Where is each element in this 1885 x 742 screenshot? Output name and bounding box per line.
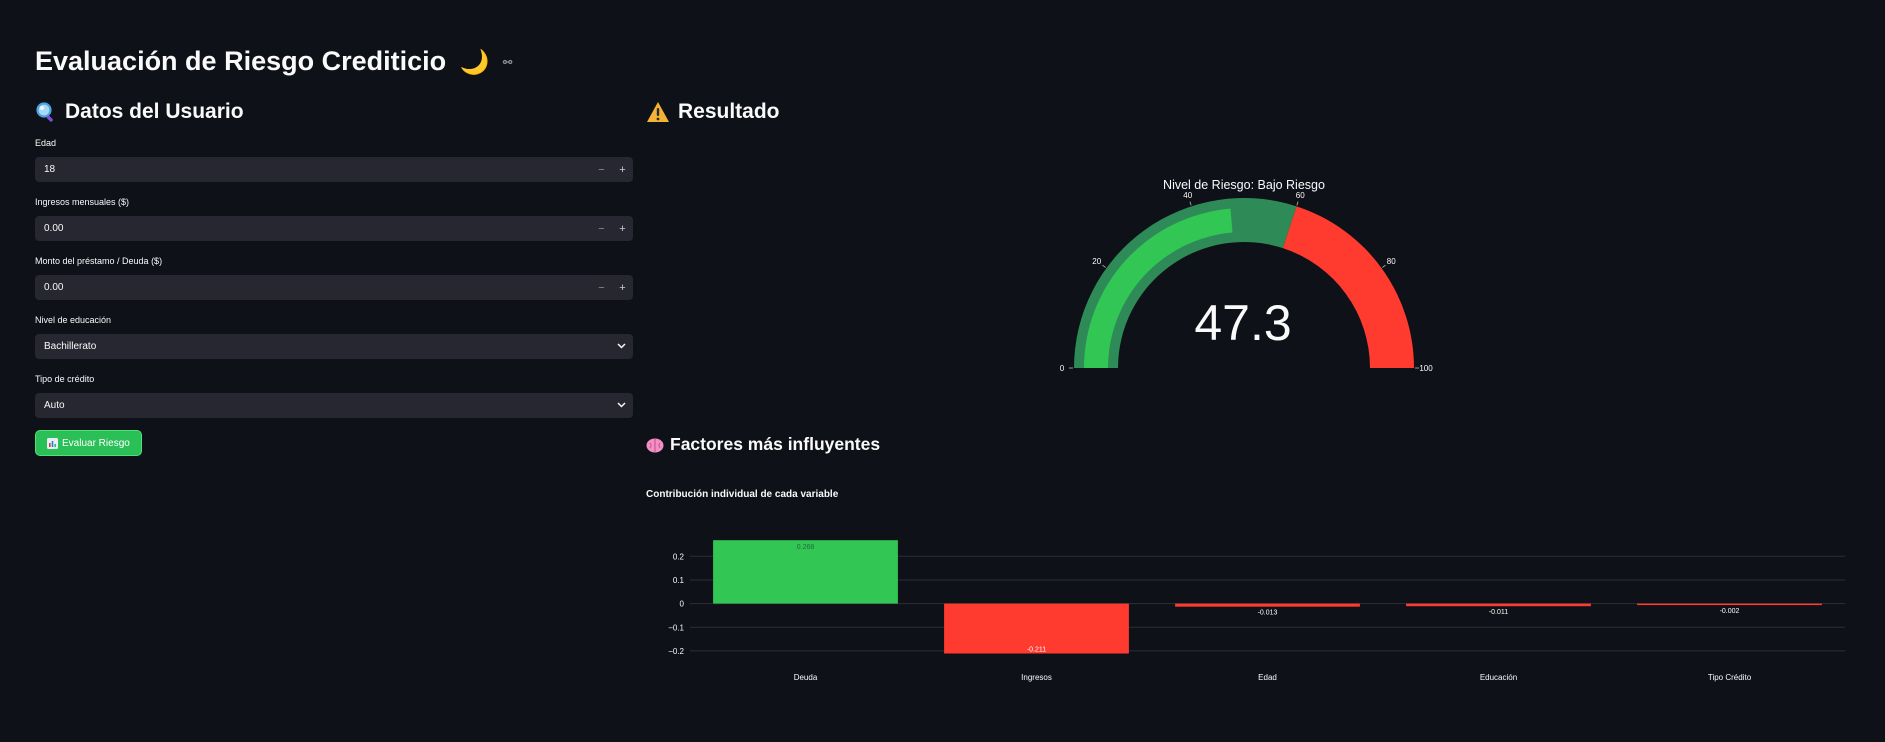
- y-tick-label: 0: [680, 600, 685, 609]
- page-title: Evaluación de Riesgo Crediticio 🌙 ⚯: [35, 46, 512, 77]
- gauge-band-1: [1282, 206, 1414, 368]
- income-decrement-button[interactable]: −: [591, 223, 612, 235]
- age-increment-button[interactable]: +: [612, 164, 633, 176]
- gauge-title: Nivel de Riesgo: Bajo Riesgo: [1163, 178, 1325, 192]
- bar-chart-icon: [47, 437, 58, 449]
- credit-type-label: Tipo de crédito: [35, 374, 95, 384]
- income-label: Ingresos mensuales ($): [35, 197, 130, 207]
- age-decrement-button[interactable]: −: [591, 164, 612, 176]
- loan-increment-button[interactable]: +: [612, 282, 633, 294]
- bar-edad: [1175, 603, 1360, 607]
- user-data-panel: Datos del Usuario Edad 18 − + Ingresos m…: [35, 100, 633, 456]
- chart-x-labels: Deuda Ingresos Edad Educación Tipo Crédito: [794, 673, 1752, 682]
- chart-title: Contribución individual de cada variable: [646, 489, 839, 500]
- credit-type-field: Tipo de crédito Auto: [35, 372, 633, 418]
- income-field: Ingresos mensuales ($) 0.00 − +: [35, 195, 633, 241]
- gauge-tick-label: 40: [1183, 191, 1192, 200]
- evaluate-risk-button[interactable]: Evaluar Riesgo: [35, 430, 142, 456]
- risk-gauge: Nivel de Riesgo: Bajo Riesgo 0 20 40 60 80 10…: [1060, 178, 1433, 373]
- bar-value-label: -0.211: [1027, 647, 1046, 654]
- moon-icon: 🌙: [459, 49, 490, 76]
- credit-type-select[interactable]: Auto: [35, 393, 633, 418]
- chart-bars: 0.268 -0.211 -0.013 -0.011 -0.002: [713, 540, 1822, 654]
- age-value[interactable]: 18: [35, 164, 591, 175]
- page-title-text: Evaluación de Riesgo Crediticio: [35, 46, 447, 76]
- loan-value[interactable]: 0.00: [35, 282, 591, 293]
- education-field: Nivel de educación Bachillerato: [35, 313, 633, 359]
- y-tick-label: 0.1: [673, 576, 685, 585]
- bar-value-label: 0.268: [797, 544, 815, 551]
- y-tick-label: −0.2: [668, 647, 684, 656]
- gauge-tick-label: 60: [1296, 191, 1305, 200]
- warning-icon: [647, 102, 669, 122]
- user-data-heading-text: Datos del Usuario: [65, 100, 244, 123]
- age-field: Edad 18 − +: [35, 136, 633, 182]
- bar-tipo-crédito: [1637, 603, 1822, 606]
- factors-heading-text: Factores más influyentes: [670, 434, 881, 454]
- income-increment-button[interactable]: +: [612, 223, 633, 235]
- gauge-tick-mark: [1102, 264, 1106, 268]
- y-tick-label: 0.2: [673, 552, 685, 561]
- magnifier-icon: [36, 102, 53, 122]
- chevron-down-icon[interactable]: [609, 341, 633, 352]
- evaluate-risk-label: Evaluar Riesgo: [62, 437, 130, 449]
- loan-field: Monto del préstamo / Deuda ($) 0.00 − +: [35, 254, 633, 300]
- gauge-value: 47.3: [1194, 295, 1291, 351]
- chevron-down-icon[interactable]: [609, 400, 633, 411]
- contribution-chart: Contribución individual de cada variable…: [646, 489, 1845, 682]
- bar-value-label: -0.002: [1720, 608, 1740, 615]
- factors-section: Factores más influyentes: [646, 434, 880, 455]
- x-tick-label: Edad: [1258, 673, 1277, 682]
- x-tick-label: Ingresos: [1021, 673, 1052, 682]
- y-tick-label: −0.1: [668, 623, 684, 632]
- bar-educación: [1406, 603, 1591, 607]
- x-tick-label: Tipo Crédito: [1708, 673, 1752, 682]
- age-input[interactable]: 18 − +: [35, 157, 633, 182]
- x-tick-label: Deuda: [794, 673, 818, 682]
- gauge-tick-mark: [1189, 201, 1192, 206]
- education-select[interactable]: Bachillerato: [35, 334, 633, 359]
- income-value[interactable]: 0.00: [35, 223, 591, 234]
- education-label: Nivel de educación: [35, 315, 112, 325]
- gauge-tick-label: 0: [1060, 364, 1065, 373]
- result-heading-text: Resultado: [678, 100, 780, 123]
- loan-input[interactable]: 0.00 − +: [35, 275, 633, 300]
- gauge-tick-label: 20: [1092, 257, 1101, 266]
- user-data-heading: Datos del Usuario: [35, 100, 633, 124]
- anchor-link-icon[interactable]: ⚯: [503, 57, 512, 69]
- bar-value-label: -0.011: [1489, 609, 1508, 616]
- gauge-tick-label: 80: [1387, 257, 1396, 266]
- result-panel: Resultado: [646, 100, 780, 124]
- education-value[interactable]: Bachillerato: [35, 341, 609, 352]
- age-label: Edad: [35, 138, 57, 148]
- gauge-tick-mark: [1382, 264, 1386, 268]
- gauge-tick-label: 100: [1419, 364, 1433, 373]
- brain-icon: [646, 438, 664, 452]
- x-tick-label: Educación: [1480, 673, 1517, 682]
- loan-label: Monto del préstamo / Deuda ($): [35, 256, 163, 266]
- bar-value-label: -0.013: [1258, 610, 1278, 617]
- gauge-tick-mark: [1296, 201, 1299, 206]
- result-heading: Resultado: [646, 100, 780, 124]
- credit-type-value[interactable]: Auto: [35, 400, 609, 411]
- loan-decrement-button[interactable]: −: [591, 282, 612, 294]
- factors-heading: Factores más influyentes: [646, 434, 880, 455]
- income-input[interactable]: 0.00 − +: [35, 216, 633, 241]
